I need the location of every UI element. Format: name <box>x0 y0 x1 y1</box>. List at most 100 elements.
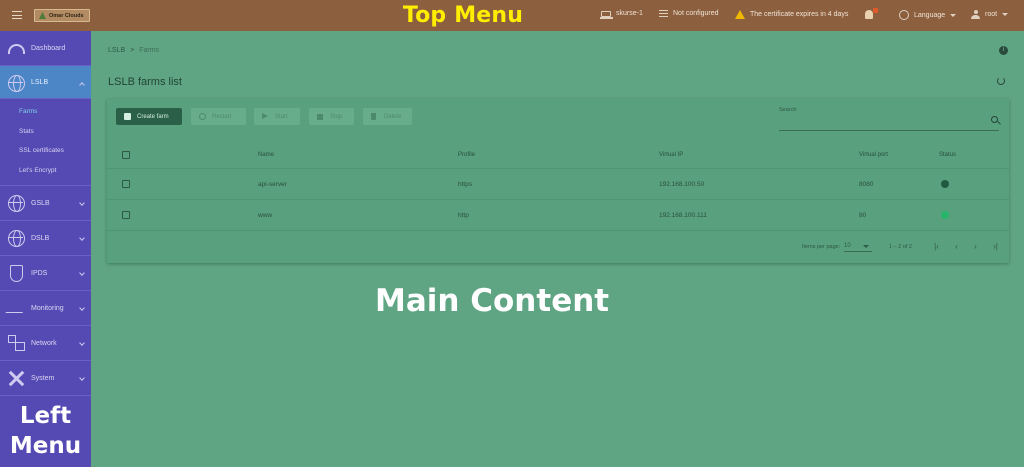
user-menu[interactable]: root <box>971 10 1009 19</box>
paginator: Items per page: 10 1 – 2 of 2 |‹ ‹ › ›| <box>107 232 1009 262</box>
left-menu-overlay-label: Left Menu <box>0 401 91 461</box>
certificate-warning[interactable]: The certificate expires in 4 days <box>735 10 848 19</box>
shield-icon <box>10 265 23 282</box>
breadcrumb-current: Farms <box>139 47 160 54</box>
plus-icon <box>124 113 131 120</box>
breadcrumb-root[interactable]: LSLB <box>108 47 125 54</box>
farm-status <box>941 169 949 199</box>
info-icon[interactable]: i <box>999 46 1008 55</box>
language-selector[interactable]: Language <box>899 10 957 20</box>
first-page-icon[interactable]: |‹ <box>932 242 941 251</box>
stop-icon <box>317 113 323 120</box>
page-size-value: 10 <box>844 243 851 249</box>
farm-name[interactable]: api-server <box>258 169 287 199</box>
start-button[interactable]: Start <box>254 108 300 125</box>
chevron-down-icon <box>79 270 85 276</box>
network-icon <box>8 335 25 351</box>
sidebar-item-label: Dashboard <box>31 44 66 52</box>
sidebar-item-dslb[interactable]: DSLB <box>0 221 91 256</box>
start-label: Start <box>275 113 288 120</box>
user-name: root <box>985 11 998 18</box>
left-menu: Dashboard LSLB Farms Stats SSL certifica… <box>0 31 91 467</box>
search-label: Search <box>779 107 797 113</box>
sidebar-item-label: DSLB <box>31 234 50 242</box>
table-header-row: Name Profile Virtual IP Virtual port Sta… <box>107 141 1009 169</box>
trash-icon <box>371 113 376 120</box>
select-all-checkbox[interactable] <box>122 150 130 159</box>
config-status-text: Not configured <box>673 10 719 17</box>
previous-page-icon[interactable]: ‹ <box>952 242 961 251</box>
delete-label: Delete <box>384 113 402 120</box>
notifications-button[interactable] <box>865 8 878 19</box>
table-row[interactable]: www http 192.168.100.111 80 <box>107 200 1009 231</box>
farm-name[interactable]: www <box>258 200 272 230</box>
chevron-up-icon <box>79 82 85 88</box>
status-dot-icon <box>941 211 949 219</box>
host-name: skurse-1 <box>616 10 643 17</box>
items-per-page-select[interactable]: 10 <box>844 241 872 252</box>
farm-virtual-port: 8080 <box>859 180 874 188</box>
restart-label: Restart <box>212 113 232 120</box>
laptop-icon <box>599 10 613 19</box>
gauge-icon <box>8 44 25 54</box>
sidebar-item-monitoring[interactable]: Monitoring <box>0 291 91 326</box>
play-icon <box>262 113 268 119</box>
search-input[interactable] <box>779 115 999 131</box>
column-header-name[interactable]: Name <box>258 141 274 168</box>
breadcrumb-separator: > <box>130 47 135 54</box>
globe-icon <box>899 10 909 20</box>
row-checkbox[interactable] <box>122 180 130 188</box>
breadcrumb: LSLB > Farms <box>108 47 159 54</box>
chevron-down-icon <box>1002 13 1009 16</box>
delete-button[interactable]: Delete <box>363 108 412 125</box>
row-checkbox[interactable] <box>122 211 130 219</box>
column-header-status[interactable]: Status <box>939 141 956 168</box>
host-indicator[interactable]: skurse-1 <box>599 10 643 19</box>
sidebar-item-dashboard[interactable]: Dashboard <box>0 31 91 66</box>
sidebar-subitem-stats[interactable]: Stats <box>0 122 91 142</box>
sidebar-subitem-lets-encrypt[interactable]: Let's Encrypt <box>0 161 91 181</box>
chevron-down-icon <box>79 235 85 241</box>
last-page-icon[interactable]: ›| <box>991 242 1000 251</box>
create-farm-button[interactable]: Create farm <box>116 108 182 125</box>
sidebar-subitem-ssl-certificates[interactable]: SSL certificates <box>0 141 91 161</box>
farm-profile: http <box>458 211 469 219</box>
next-page-icon[interactable]: › <box>971 242 980 251</box>
sidebar-item-system[interactable]: System <box>0 361 91 396</box>
bell-icon <box>865 8 878 19</box>
globe-icon <box>8 75 25 92</box>
sidebar-item-ipds[interactable]: IPDS <box>0 256 91 291</box>
sidebar-item-label: IPDS <box>31 269 48 277</box>
stop-button[interactable]: Stop <box>309 108 354 125</box>
main-content-overlay-label: Main Content <box>375 283 610 319</box>
sidebar-item-gslb[interactable]: GSLB <box>0 186 91 221</box>
search-icon[interactable] <box>991 116 998 123</box>
tools-icon <box>8 370 25 387</box>
top-menu: Omar Clouds Top Menu skurse-1 Not config… <box>0 0 1024 31</box>
column-header-profile[interactable]: Profile <box>458 141 475 168</box>
sidebar-item-lslb[interactable]: LSLB <box>0 66 91 99</box>
farm-virtual-ip: 192.168.100.50 <box>659 180 705 188</box>
left-menu-label-line2: Menu <box>9 433 82 459</box>
sidebar-item-label: Monitoring <box>31 304 64 312</box>
sidebar-item-label: Network <box>31 339 57 347</box>
refresh-icon[interactable] <box>997 77 1005 85</box>
farm-profile: https <box>458 180 473 188</box>
certificate-warning-text: The certificate expires in 4 days <box>750 11 849 18</box>
sidebar-item-network[interactable]: Network <box>0 326 91 361</box>
restart-button[interactable]: Restart <box>191 108 246 125</box>
list-icon <box>659 10 668 17</box>
status-dot-icon <box>941 180 949 188</box>
farm-virtual-port: 80 <box>859 211 867 219</box>
column-header-virtual-ip[interactable]: Virtual IP <box>659 141 683 168</box>
language-label: Language <box>914 11 946 19</box>
sidebar-subitem-farms[interactable]: Farms <box>0 102 91 122</box>
chevron-down-icon <box>79 375 85 381</box>
table-row[interactable]: api-server https 192.168.100.50 8080 <box>107 169 1009 200</box>
chevron-down-icon <box>950 13 957 17</box>
column-header-virtual-port[interactable]: Virtual port <box>859 141 888 168</box>
config-status[interactable]: Not configured <box>659 10 719 17</box>
stop-label: Stop <box>330 113 343 120</box>
chevron-down-icon <box>79 305 85 311</box>
farm-status <box>941 200 949 230</box>
